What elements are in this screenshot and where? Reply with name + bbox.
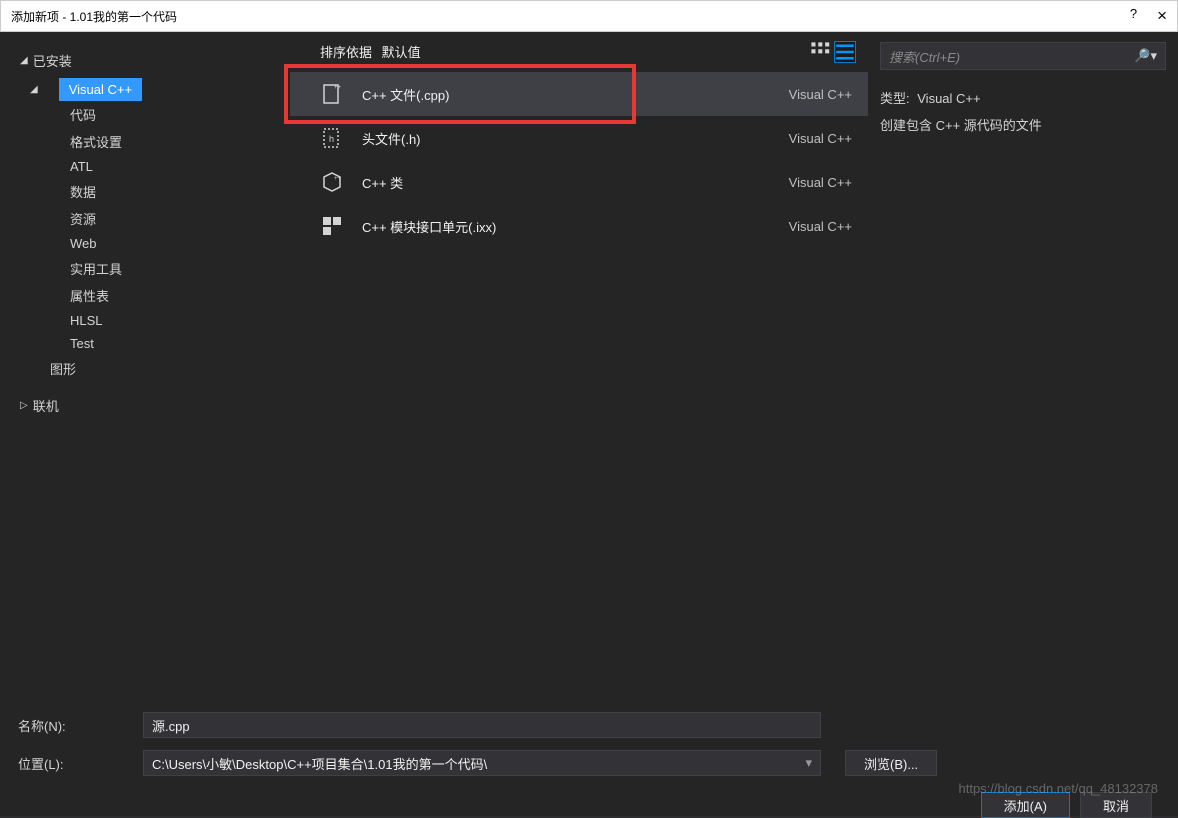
- template-name: C++ 文件(.cpp): [362, 85, 771, 104]
- search-icon: 🔎▾: [1134, 48, 1157, 64]
- template-topbar: 排序依据 默认值: [290, 32, 868, 72]
- add-button[interactable]: 添加(A): [981, 792, 1070, 818]
- module-icon: [320, 214, 344, 238]
- sidebar-item-visual-cpp[interactable]: Visual C++: [59, 78, 142, 101]
- content-area: ◢ 已安装 ◢ Visual C++ 代码 格式设置 ATL 数据 资源 Web…: [0, 32, 1178, 700]
- location-row: 位置(L): C:\Users\小敏\Desktop\C++项目集合\1.01我…: [18, 750, 1160, 776]
- search-placeholder: 搜索(Ctrl+E): [889, 47, 1134, 66]
- chevron-down-icon: ▾: [805, 755, 812, 771]
- template-cpp-class[interactable]: ++ C++ 类 Visual C++: [290, 160, 868, 204]
- template-module[interactable]: C++ 模块接口单元(.ixx) Visual C++: [290, 204, 868, 248]
- template-panel: 排序依据 默认值 ++ C++ 文件(.cpp) Visual C++: [290, 32, 868, 700]
- description-panel: 搜索(Ctrl+E) 🔎▾ 类型: Visual C++ 创建包含 C++ 源代…: [868, 32, 1178, 700]
- svg-text:++: ++: [334, 85, 342, 91]
- grid-view-icon[interactable]: [810, 41, 832, 63]
- svg-text:++: ++: [334, 176, 342, 182]
- location-input[interactable]: C:\Users\小敏\Desktop\C++项目集合\1.01我的第一个代码\…: [143, 750, 821, 776]
- titlebar: 添加新项 - 1.01我的第一个代码 ? ×: [0, 0, 1178, 32]
- close-button[interactable]: ×: [1157, 6, 1167, 26]
- template-name: C++ 模块接口单元(.ixx): [362, 217, 771, 236]
- sidebar-item-resource[interactable]: 资源: [12, 205, 290, 232]
- online-root[interactable]: ▷ 联机: [12, 392, 290, 419]
- search-input[interactable]: 搜索(Ctrl+E) 🔎▾: [880, 42, 1166, 70]
- svg-text:h: h: [329, 134, 334, 144]
- cpp-class-icon: ++: [320, 170, 344, 194]
- template-h-file[interactable]: h 头文件(.h) Visual C++: [290, 116, 868, 160]
- description-text: 创建包含 C++ 源代码的文件: [880, 115, 1166, 134]
- sidebar-item-atl[interactable]: ATL: [12, 155, 290, 178]
- type-line: 类型: Visual C++: [880, 88, 1166, 107]
- name-label: 名称(N):: [18, 716, 143, 735]
- window-title: 添加新项 - 1.01我的第一个代码: [11, 8, 1130, 25]
- type-value: Visual C++: [917, 91, 980, 106]
- window-controls: ? ×: [1130, 6, 1167, 26]
- sidebar-item-hlsl[interactable]: HLSL: [12, 309, 290, 332]
- name-input[interactable]: 源.cpp: [143, 712, 821, 738]
- template-lang: Visual C++: [789, 175, 852, 190]
- template-name: 头文件(.h): [362, 129, 771, 148]
- installed-label: 已安装: [33, 51, 72, 70]
- name-row: 名称(N): 源.cpp: [18, 712, 1160, 738]
- browse-button[interactable]: 浏览(B)...: [845, 750, 937, 776]
- sidebar-item-test[interactable]: Test: [12, 332, 290, 355]
- h-file-icon: h: [320, 126, 344, 150]
- installed-root[interactable]: ◢ 已安装: [12, 47, 290, 74]
- sidebar-item-data[interactable]: 数据: [12, 178, 290, 205]
- online-label: 联机: [33, 396, 59, 415]
- template-list: ++ C++ 文件(.cpp) Visual C++ h 头文件(.h) Vis…: [290, 72, 868, 700]
- sidebar-item-property[interactable]: 属性表: [12, 282, 290, 309]
- sidebar-item-label: Visual C++: [69, 82, 132, 97]
- location-label: 位置(L):: [18, 754, 143, 773]
- sidebar-item-web[interactable]: Web: [12, 232, 290, 255]
- type-label: 类型:: [880, 91, 910, 106]
- action-buttons: 添加(A) 取消: [18, 792, 1160, 818]
- category-sidebar: ◢ 已安装 ◢ Visual C++ 代码 格式设置 ATL 数据 资源 Web…: [0, 32, 290, 700]
- chevron-down-icon: ◢: [20, 55, 28, 66]
- bottom-form: 名称(N): 源.cpp 位置(L): C:\Users\小敏\Desktop\…: [0, 700, 1178, 816]
- sidebar-item-code[interactable]: 代码: [12, 101, 290, 128]
- cancel-button[interactable]: 取消: [1080, 792, 1152, 818]
- chevron-down-icon: ◢: [30, 84, 38, 95]
- template-name: C++ 类: [362, 173, 771, 192]
- template-lang: Visual C++: [789, 87, 852, 102]
- template-cpp-file[interactable]: ++ C++ 文件(.cpp) Visual C++: [290, 72, 868, 116]
- template-lang: Visual C++: [789, 219, 852, 234]
- chevron-right-icon: ▷: [20, 400, 28, 411]
- sidebar-item-format[interactable]: 格式设置: [12, 128, 290, 155]
- sidebar-item-graphics[interactable]: 图形: [12, 355, 290, 382]
- sort-label: 排序依据 默认值: [320, 42, 421, 61]
- view-mode-icons: [810, 41, 856, 63]
- help-button[interactable]: ?: [1130, 6, 1137, 26]
- cpp-file-icon: ++: [320, 82, 344, 106]
- list-view-icon[interactable]: [834, 41, 856, 63]
- sidebar-item-utility[interactable]: 实用工具: [12, 255, 290, 282]
- template-lang: Visual C++: [789, 131, 852, 146]
